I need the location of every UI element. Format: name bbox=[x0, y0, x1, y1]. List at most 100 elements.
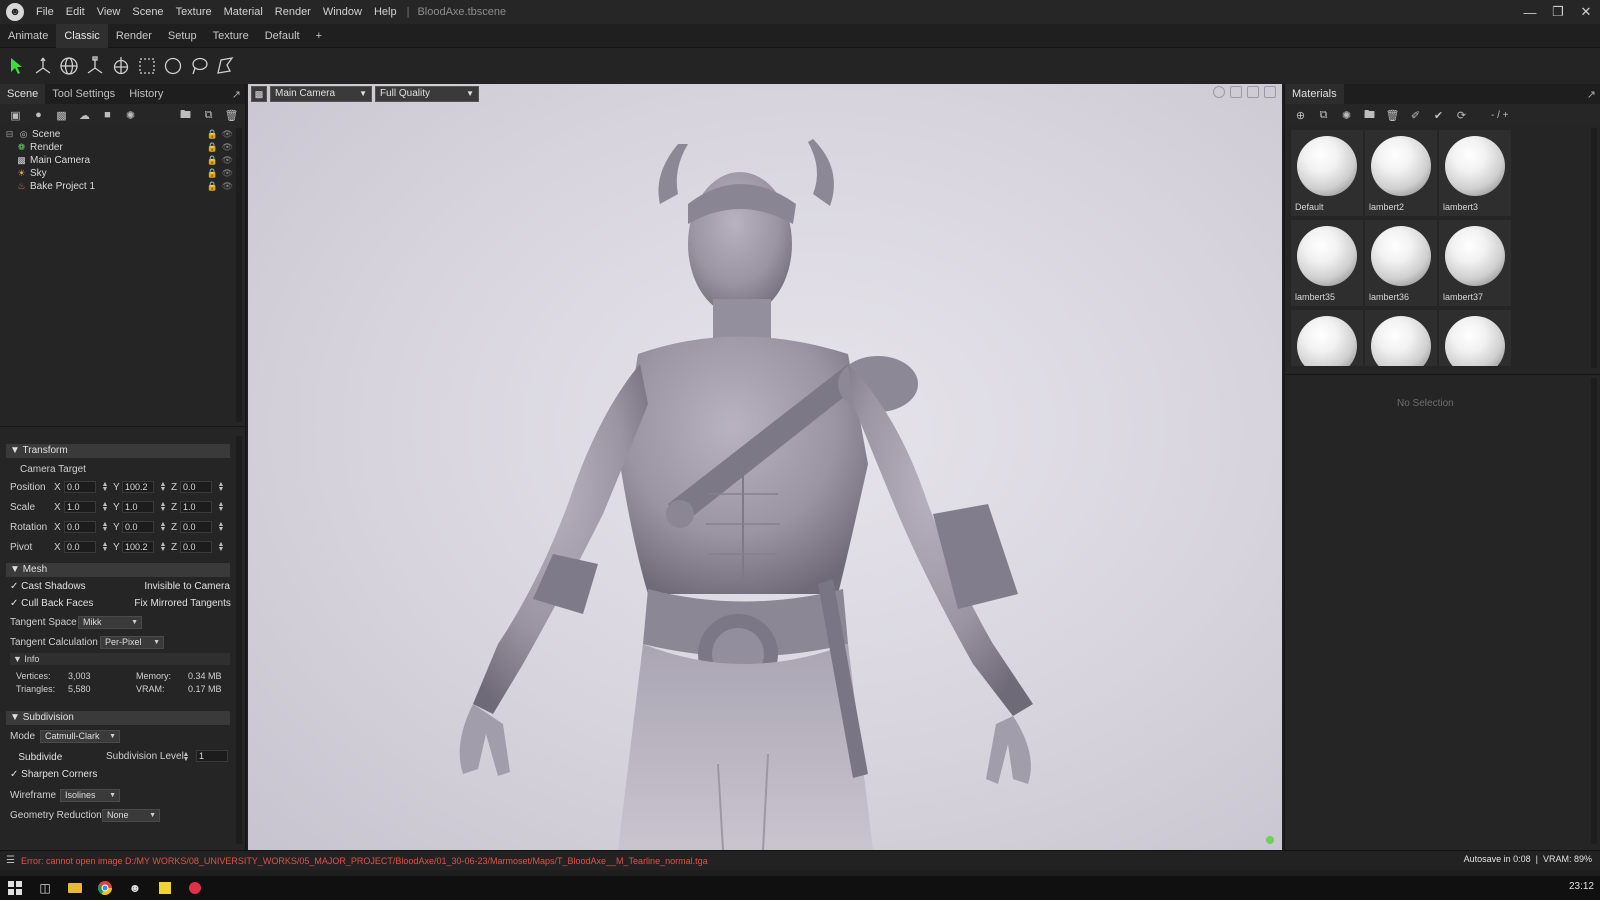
delete-icon[interactable]: 🗑 bbox=[220, 106, 243, 124]
box-select-icon[interactable] bbox=[134, 52, 160, 80]
fix-mirrored-tangents-checkbox[interactable]: Fix Mirrored Tangents bbox=[126, 598, 231, 609]
add-mesh-icon[interactable]: ▣ bbox=[4, 106, 27, 124]
eye-icon[interactable]: 👁 bbox=[222, 141, 233, 154]
pivot-x-stepper[interactable]: ▲ ▼ bbox=[101, 541, 109, 553]
close-icon[interactable]: ✕ bbox=[1572, 0, 1600, 24]
viewport[interactable]: ▩ Main Camera ▼ Full Quality ▼ bbox=[248, 84, 1282, 850]
info-subheader[interactable]: ▼ Info bbox=[10, 653, 230, 665]
scale-y-stepper[interactable]: ▲ ▼ bbox=[159, 501, 167, 513]
material-tile[interactable] bbox=[1365, 310, 1437, 366]
wireframe-dropdown[interactable]: Isolines ▼ bbox=[60, 789, 120, 802]
circle-select-icon[interactable] bbox=[160, 52, 186, 80]
tab-history[interactable]: History bbox=[122, 84, 170, 104]
page-indicator[interactable]: - / + bbox=[1491, 110, 1509, 121]
eye-icon[interactable]: 👁 bbox=[222, 154, 233, 167]
material-tile[interactable] bbox=[1439, 310, 1511, 366]
material-tile-lambert3[interactable]: lambert3 bbox=[1439, 130, 1511, 216]
folder-icon[interactable]: 🖿 bbox=[1358, 106, 1381, 124]
file-explorer-icon[interactable] bbox=[60, 876, 90, 900]
minimize-icon[interactable]: — bbox=[1516, 0, 1544, 24]
sticky-notes-icon[interactable] bbox=[150, 876, 180, 900]
subdivision-section-header[interactable]: ▼ Subdivision bbox=[6, 711, 230, 725]
pivot-z-stepper[interactable]: ▲ ▼ bbox=[217, 541, 225, 553]
tangent-space-dropdown[interactable]: Mikk ▼ bbox=[78, 616, 142, 629]
add-light-icon[interactable]: ● bbox=[27, 106, 50, 124]
material-properties-scrollbar[interactable] bbox=[1591, 378, 1597, 844]
scene-tree-scrollbar[interactable] bbox=[236, 128, 242, 422]
undock-icon[interactable]: ↗ bbox=[232, 88, 241, 101]
rotation-y-stepper[interactable]: ▲ ▼ bbox=[159, 521, 167, 533]
duplicate-icon[interactable]: ⧉ bbox=[197, 106, 220, 124]
geometry-reduction-dropdown[interactable]: None ▼ bbox=[102, 809, 160, 822]
menu-file[interactable]: File bbox=[30, 0, 60, 24]
eye-icon[interactable]: 👁 bbox=[222, 180, 233, 193]
select-tool-icon[interactable] bbox=[4, 52, 30, 80]
lasso-select-icon[interactable] bbox=[186, 52, 212, 80]
tree-item-main-camera[interactable]: ▩ Main Camera 🔒 👁 bbox=[4, 154, 236, 167]
scale-x-field[interactable]: 1.0 bbox=[64, 501, 96, 513]
lock-icon[interactable]: 🔒 bbox=[207, 167, 218, 180]
error-message[interactable]: Error: cannot open image D:/MY WORKS/08_… bbox=[21, 856, 708, 866]
windows-start-icon[interactable] bbox=[0, 876, 30, 900]
eye-icon[interactable]: 👁 bbox=[222, 167, 233, 180]
rotation-x-field[interactable]: 0.0 bbox=[64, 521, 96, 533]
pivot-z-field[interactable]: 0.0 bbox=[180, 541, 212, 553]
material-tile[interactable] bbox=[1291, 310, 1363, 366]
position-x-stepper[interactable]: ▲ ▼ bbox=[101, 481, 109, 493]
cull-back-faces-checkbox[interactable]: ✓ Cull Back Faces bbox=[10, 598, 93, 609]
menu-window[interactable]: Window bbox=[317, 0, 368, 24]
lock-icon[interactable]: 🔒 bbox=[207, 128, 218, 141]
sharpen-corners-checkbox[interactable]: ✓ Sharpen Corners bbox=[10, 769, 97, 780]
add-shape-icon[interactable]: ■ bbox=[96, 106, 119, 124]
link-material-icon[interactable]: ✺ bbox=[1335, 106, 1358, 124]
eye-icon[interactable]: 👁 bbox=[222, 128, 233, 141]
scale-z-field[interactable]: 1.0 bbox=[180, 501, 212, 513]
rotate-tool-icon[interactable] bbox=[56, 52, 82, 80]
menu-texture[interactable]: Texture bbox=[170, 0, 218, 24]
pivot-y-stepper[interactable]: ▲ ▼ bbox=[159, 541, 167, 553]
tree-item-sky[interactable]: ☀ Sky 🔒 👁 bbox=[4, 167, 236, 180]
tab-materials[interactable]: Materials bbox=[1285, 84, 1344, 104]
tree-item-bake-project[interactable]: ♨ Bake Project 1 🔒 👁 bbox=[4, 180, 236, 193]
material-tile-lambert35[interactable]: lambert35 bbox=[1291, 220, 1363, 306]
transform-section-header[interactable]: ▼ Transform bbox=[6, 444, 230, 458]
tree-item-render[interactable]: ❁ Render 🔒 👁 bbox=[4, 141, 236, 154]
scale-x-stepper[interactable]: ▲ ▼ bbox=[101, 501, 109, 513]
marmoset-icon[interactable]: ☻ bbox=[120, 876, 150, 900]
lock-icon[interactable]: 🔒 bbox=[207, 154, 218, 167]
task-view-icon[interactable]: ◫ bbox=[30, 876, 60, 900]
tab-scene[interactable]: Scene bbox=[0, 84, 46, 104]
tree-item-scene[interactable]: ⊟ ◎ Scene 🔒 👁 bbox=[4, 128, 236, 141]
tab-setup[interactable]: Setup bbox=[160, 24, 205, 48]
collapse-icon[interactable]: ⊟ bbox=[4, 129, 15, 140]
record-app-icon[interactable] bbox=[180, 876, 210, 900]
rotation-z-stepper[interactable]: ▲ ▼ bbox=[217, 521, 225, 533]
subdivision-level-stepper[interactable]: ▲ ▼ bbox=[182, 751, 190, 763]
menu-render[interactable]: Render bbox=[269, 0, 317, 24]
move-tool-icon[interactable] bbox=[30, 52, 56, 80]
add-camera-icon[interactable]: ▩ bbox=[50, 106, 73, 124]
properties-scrollbar[interactable] bbox=[236, 436, 242, 844]
delete-icon[interactable]: 🗑 bbox=[1381, 106, 1404, 124]
cast-shadows-checkbox[interactable]: ✓ Cast Shadows bbox=[10, 581, 86, 592]
menu-material[interactable]: Material bbox=[218, 0, 269, 24]
tab-texture[interactable]: Texture bbox=[205, 24, 257, 48]
position-y-stepper[interactable]: ▲ ▼ bbox=[159, 481, 167, 493]
transform-tool-icon[interactable] bbox=[108, 52, 134, 80]
duplicate-material-icon[interactable]: ⧉ bbox=[1312, 106, 1335, 124]
menu-scene[interactable]: Scene bbox=[126, 0, 169, 24]
scale-z-stepper[interactable]: ▲ ▼ bbox=[217, 501, 225, 513]
rotation-z-field[interactable]: 0.0 bbox=[180, 521, 212, 533]
pivot-x-field[interactable]: 0.0 bbox=[64, 541, 96, 553]
add-sky-icon[interactable]: ☁ bbox=[73, 106, 96, 124]
material-tile-lambert37[interactable]: lambert37 bbox=[1439, 220, 1511, 306]
material-tile-default[interactable]: Default bbox=[1291, 130, 1363, 216]
add-tab-button[interactable]: + bbox=[308, 24, 330, 48]
position-y-field[interactable]: 100.2 bbox=[122, 481, 154, 493]
lock-icon[interactable]: 🔒 bbox=[207, 180, 218, 193]
tab-tool-settings[interactable]: Tool Settings bbox=[45, 84, 122, 104]
tab-animate[interactable]: Animate bbox=[0, 24, 56, 48]
add-material-icon[interactable]: ✺ bbox=[119, 106, 142, 124]
add-material-icon[interactable]: ⊕ bbox=[1289, 106, 1312, 124]
scale-y-field[interactable]: 1.0 bbox=[122, 501, 154, 513]
